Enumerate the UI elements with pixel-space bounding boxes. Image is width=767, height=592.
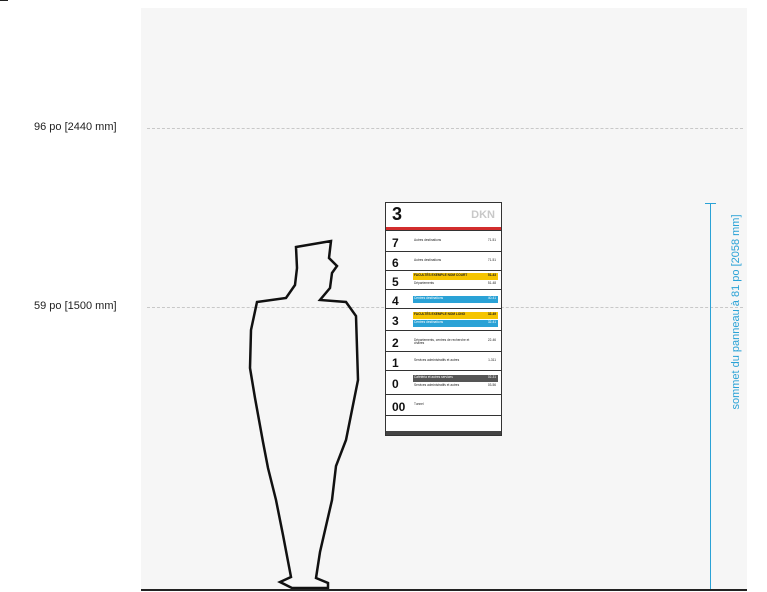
- sign-entry-text: FACULTÉS EXEMPLE NOM COURT: [414, 272, 468, 277]
- sign-entry-text: Centres destinations: [414, 295, 444, 300]
- sign-entry-text: Départements: [414, 280, 435, 285]
- sign-entry-text: Tunnel: [414, 401, 424, 406]
- sign-entry: Départements 51-48: [413, 281, 498, 288]
- sign-entry: Centres destinations 32-41: [413, 320, 498, 327]
- sign-entry: Autres destinations 71-51: [413, 258, 498, 265]
- sign-entry-text: Services administratifs et autres: [414, 357, 460, 362]
- sign-height-dimension-cap: [705, 203, 716, 204]
- sign-height-label: sommet du panneau à 81 po [2058 mm]: [730, 214, 742, 410]
- sign-entry: Services administratifs et autres 1-311: [413, 358, 498, 365]
- sign-header: 3 DKN: [386, 203, 501, 227]
- sign-row-floor: 3: [392, 314, 399, 328]
- sign-building-code: DKN: [471, 209, 495, 221]
- sign-entry: FACULTÉS EXEMPLE NOM LONG 32-49: [413, 312, 498, 319]
- sign-entry: Cafétéria et autres services 02-31: [413, 375, 498, 382]
- sign-row-floor: 5: [392, 274, 399, 289]
- sign-entry-code: 71-51: [487, 237, 496, 242]
- sign-entry-code: 02-31: [487, 375, 496, 379]
- directory-sign: 3 DKN 7 Autres destinations 71-51 6 Autres d…: [385, 202, 502, 436]
- sign-entry-code: 32-49: [487, 312, 496, 316]
- ground-line: [141, 589, 747, 591]
- sign-height-dimension-line: [710, 203, 711, 590]
- sign-entry-text: Autres destinations: [414, 237, 442, 242]
- sign-entry-code: 71-51: [487, 257, 496, 262]
- sign-entry: Centres destinations 40-41: [413, 295, 498, 303]
- sign-entry-code: 32-41: [487, 320, 496, 324]
- sign-entry-text: Cafétéria et autres services: [414, 375, 453, 379]
- sign-entry: FACULTÉS EXEMPLE NOM COURT 51-43: [413, 272, 498, 280]
- sign-entry-code: 1-311: [488, 357, 496, 362]
- sign-row-floor: 00: [392, 399, 406, 414]
- sign-entry-text: FACULTÉS EXEMPLE NOM LONG: [414, 312, 466, 316]
- sign-floor-number: 3: [392, 204, 403, 224]
- sign-entry: Autres destinations 71-51: [413, 238, 498, 245]
- sign-row: 6 Autres destinations 71-51: [386, 251, 501, 270]
- sign-entry-code: 40-41: [487, 295, 496, 300]
- sign-row-empty: [386, 415, 501, 432]
- sign-row-floor: 1: [392, 355, 399, 370]
- sign-entry-code: 51-48: [487, 280, 496, 285]
- sign-entry-code: 51-43: [487, 272, 496, 277]
- sign-entry-code: 22-46: [487, 337, 496, 342]
- sign-entry-code: 03-56: [487, 383, 496, 387]
- sign-entry: Tunnel: [413, 402, 498, 409]
- sign-row: 00 Tunnel: [386, 394, 501, 415]
- sign-entry-text: Services administratifs et autres: [414, 383, 460, 387]
- sign-entry-text: Autres destinations: [414, 257, 442, 262]
- sign-entry-text: Centres destinations: [414, 320, 444, 324]
- sign-row: 7 Autres destinations 71-51: [386, 230, 501, 251]
- sign-footer-bar: [386, 431, 501, 435]
- sign-row-floor: 7: [392, 235, 399, 250]
- sign-row-floor: 2: [392, 335, 399, 350]
- sign-row-floor: 4: [392, 293, 399, 308]
- sign-entry: Départements, centres de recherche et ch…: [413, 338, 498, 345]
- sign-row: 4 Centres destinations 40-41: [386, 289, 501, 308]
- human-silhouette: [248, 239, 360, 590]
- sign-entry: Services administratifs et autres 03-56: [413, 383, 498, 390]
- sign-row: 3 FACULTÉS EXEMPLE NOM LONG 32-49 Centres d…: [386, 308, 501, 330]
- sign-entry-text: Départements, centres de recherche et ch…: [414, 337, 470, 345]
- sign-row: 0 Cafétéria et autres services 02-31 Servic…: [386, 370, 501, 394]
- sign-row-floor: 6: [392, 255, 399, 270]
- sign-row-floor: 0: [392, 377, 399, 391]
- sign-row: 2 Départements, centres de recherche et c…: [386, 330, 501, 351]
- sign-row: 1 Services administratifs et autres 1-311: [386, 351, 501, 370]
- sign-row: 5 FACULTÉS EXEMPLE NOM COURT 51-43 Départem…: [386, 270, 501, 289]
